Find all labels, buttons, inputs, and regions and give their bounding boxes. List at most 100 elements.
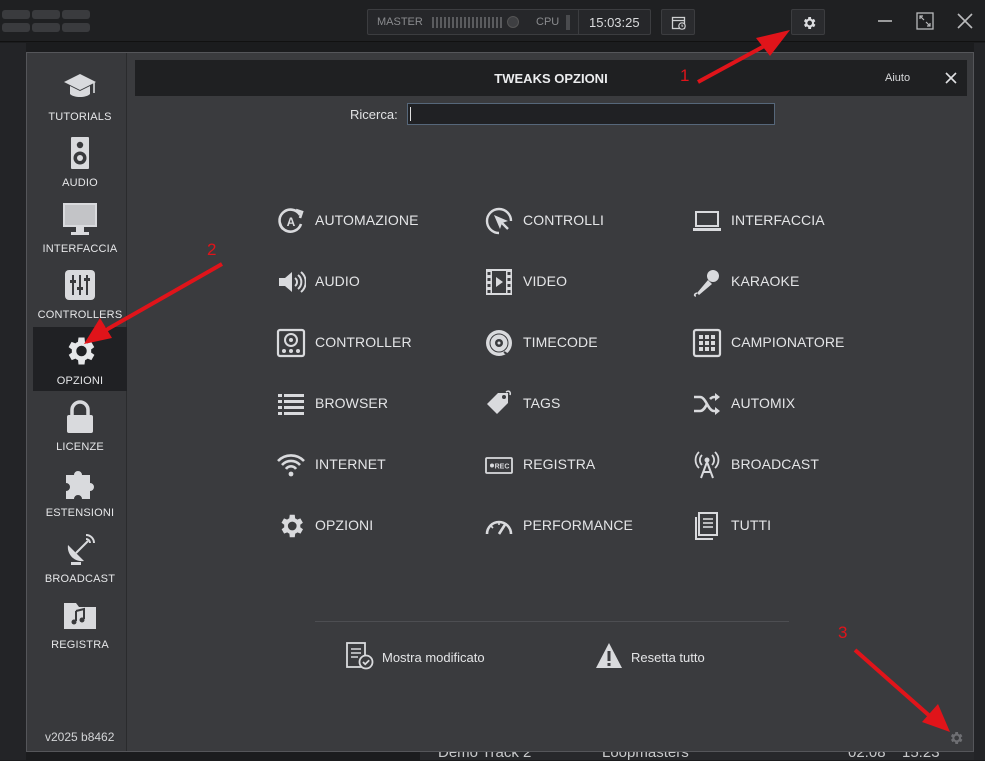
svg-text:REC: REC (495, 464, 510, 471)
category-video[interactable]: VIDEO (484, 265, 684, 297)
category-label: AUTOMIX (731, 395, 796, 411)
laptop-icon (693, 211, 721, 231)
sidebar-item-label: ESTENSIONI (45, 507, 115, 519)
gauge-icon (485, 520, 513, 535)
annotation-number-2: 2 (207, 240, 217, 259)
category-browser[interactable]: BROWSER (276, 387, 476, 419)
music-folder-icon (64, 603, 96, 629)
category-automix[interactable]: AUTOMIX (692, 387, 892, 419)
category-broadcast[interactable]: BROADCAST (692, 448, 892, 480)
category-campionatore[interactable]: CAMPIONATORE (692, 326, 892, 358)
sidebar-item-tutorials[interactable]: TUTORIALS (33, 63, 127, 127)
settings-button[interactable] (791, 9, 825, 35)
search-input[interactable] (407, 103, 775, 125)
microphone-icon (693, 270, 719, 297)
category-label: AUDIO (315, 273, 360, 289)
category-controller[interactable]: CONTROLLER (276, 326, 476, 358)
clock: 15:03:25 (589, 15, 640, 30)
category-label: KARAOKE (731, 273, 800, 289)
sidebar-item-estensioni[interactable]: ESTENSIONI (33, 459, 127, 523)
gear-icon[interactable] (948, 730, 964, 746)
sidebar-item-licenze[interactable]: LICENZE (33, 393, 127, 457)
shuffle-icon (694, 393, 720, 415)
category-registra[interactable]: REC REGISTRA (484, 448, 684, 480)
volume-icon (279, 271, 306, 293)
category-automazione[interactable]: A AUTOMAZIONE (276, 204, 476, 236)
sidebar-item-label: BROADCAST (44, 573, 116, 585)
sidebar-item-audio[interactable]: AUDIO (33, 129, 127, 193)
warning-icon (596, 643, 622, 668)
tag-icon (487, 390, 511, 414)
category-label: TUTTI (731, 517, 772, 533)
settings-sidebar: TUTORIALS AUDIO INTERFACCIA CONTROLLERS … (27, 53, 127, 751)
gear-icon (281, 514, 303, 538)
background-deck-left (0, 43, 26, 760)
category-internet[interactable]: INTERNET (276, 448, 476, 480)
category-label: TAGS (523, 395, 561, 411)
category-karaoke[interactable]: KARAOKE (692, 265, 892, 297)
sidebar-item-registra[interactable]: REGISTRA (33, 591, 127, 655)
master-knob[interactable] (507, 16, 519, 28)
film-icon (486, 269, 512, 295)
sidebar-item-label: REGISTRA (51, 639, 109, 651)
satellite-dish-icon (67, 534, 95, 565)
category-audio[interactable]: AUDIO (276, 265, 476, 297)
lock-icon (67, 400, 93, 433)
dialog-title: TWEAKS OPZIONI (494, 71, 608, 86)
monitor-icon (63, 203, 97, 235)
close-icon[interactable] (941, 68, 961, 88)
master-label: MASTER (377, 16, 423, 28)
close-icon[interactable] (954, 10, 976, 32)
category-label: PERFORMANCE (523, 517, 633, 533)
sidebar-item-label: OPZIONI (56, 375, 104, 387)
vinyl-icon (486, 330, 512, 357)
minimize-icon[interactable] (874, 10, 896, 32)
sidebar-item-opzioni[interactable]: OPZIONI (33, 327, 127, 391)
category-label: TIMECODE (523, 334, 598, 350)
sidebar-item-controllers[interactable]: CONTROLLERS (33, 261, 127, 325)
category-performance[interactable]: PERFORMANCE (484, 509, 684, 541)
sidebar-item-interfaccia[interactable]: INTERFACCIA (33, 195, 127, 259)
gear-icon (68, 337, 95, 365)
category-label: BROWSER (315, 395, 389, 411)
category-tags[interactable]: TAGS (484, 387, 684, 419)
master-panel: MASTER CPU 15:03:25 (367, 9, 651, 35)
sidebar-item-label: TUTORIALS (48, 111, 112, 123)
cpu-meter (566, 15, 570, 30)
cursor-circle-icon (485, 207, 513, 235)
sidebar-item-label: CONTROLLERS (37, 309, 123, 321)
search-label: Ricerca: (350, 107, 398, 122)
version-label: v2025 b8462 (45, 730, 115, 744)
category-label: CONTROLLI (523, 212, 605, 228)
grid-pad-icon (692, 328, 722, 358)
graduation-cap-icon (64, 74, 96, 97)
category-tutti[interactable]: TUTTI (692, 509, 892, 541)
reset-all-label: Resetta tutto (631, 650, 705, 665)
category-label: OPZIONI (315, 517, 374, 533)
category-interfaccia[interactable]: INTERFACCIA (692, 204, 892, 236)
master-meter (432, 17, 504, 28)
annotation-number-1: 1 (680, 66, 690, 85)
sidebar-item-broadcast[interactable]: BROADCAST (33, 525, 127, 589)
svg-text:A: A (287, 215, 296, 229)
sliders-icon (65, 270, 95, 300)
sidebar-item-label: INTERFACCIA (42, 243, 118, 255)
help-link[interactable]: Aiuto (885, 72, 910, 84)
category-timecode[interactable]: TIMECODE (484, 326, 684, 358)
calendar-button[interactable] (661, 9, 695, 35)
show-modified-label: Mostra modificato (382, 650, 485, 665)
fullscreen-icon[interactable] (914, 10, 936, 32)
documents-icon (695, 512, 718, 540)
divider (315, 621, 789, 622)
category-label: INTERFACCIA (731, 212, 825, 228)
annotation-number-3: 3 (838, 623, 848, 642)
sidebar-item-label: AUDIO (62, 177, 98, 189)
category-opzioni[interactable]: OPZIONI (276, 509, 476, 541)
category-label: CAMPIONATORE (731, 334, 845, 350)
category-label: VIDEO (523, 273, 568, 289)
dialog-header: TWEAKS OPZIONI Aiuto (135, 60, 967, 96)
category-controlli[interactable]: CONTROLLI (484, 204, 684, 236)
text-caret (410, 107, 411, 121)
category-label: AUTOMAZIONE (315, 212, 419, 228)
antenna-icon (694, 451, 720, 479)
